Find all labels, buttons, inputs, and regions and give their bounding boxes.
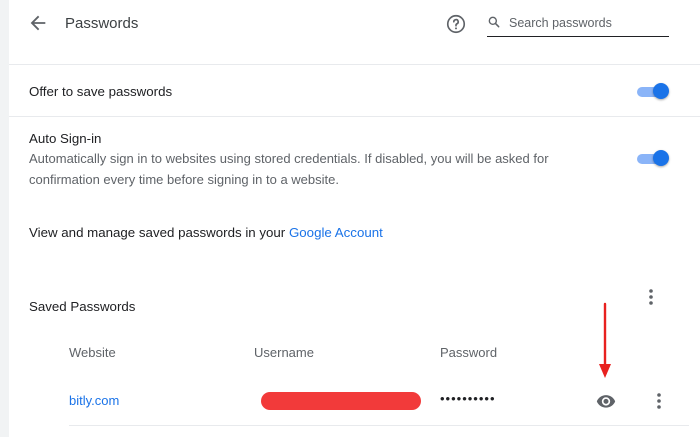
- manage-passwords-prefix: View and manage saved passwords in your: [29, 225, 289, 240]
- passwords-card: Passwords Offer to save passwords Auto S…: [9, 0, 700, 437]
- help-button[interactable]: [445, 13, 467, 35]
- auto-signin-label: Auto Sign-in: [29, 131, 102, 146]
- divider: [9, 64, 700, 65]
- page-title: Passwords: [65, 15, 139, 32]
- column-header-username: Username: [254, 345, 314, 360]
- show-password-button[interactable]: [595, 391, 617, 411]
- back-button[interactable]: [27, 12, 49, 34]
- auto-signin-toggle[interactable]: [637, 150, 669, 168]
- password-row: bitly.com ••••••••••: [69, 378, 689, 426]
- search-input[interactable]: [509, 12, 667, 34]
- auto-signin-description: Automatically sign in to websites using …: [29, 151, 549, 187]
- eye-icon: [596, 395, 616, 408]
- more-vert-icon: [657, 393, 661, 409]
- column-header-website: Website: [69, 345, 116, 360]
- annotation-arrow: [599, 302, 611, 378]
- toggle-knob: [653, 83, 669, 99]
- username-redaction: [261, 392, 421, 410]
- saved-passwords-heading: Saved Passwords: [29, 299, 136, 314]
- website-link[interactable]: bitly.com: [69, 393, 119, 408]
- divider: [9, 116, 700, 117]
- search-icon: [488, 16, 500, 28]
- row-more-actions-button[interactable]: [651, 391, 667, 411]
- saved-passwords-menu-button[interactable]: [643, 287, 659, 307]
- help-icon: [446, 14, 466, 34]
- header: Passwords: [9, 0, 700, 48]
- toggle-knob: [653, 150, 669, 166]
- column-header-password: Password: [440, 345, 498, 360]
- google-account-link[interactable]: Google Account: [289, 225, 383, 240]
- offer-to-save-toggle[interactable]: [637, 83, 669, 101]
- back-arrow-icon: [30, 15, 46, 31]
- password-mask: ••••••••••: [440, 391, 496, 406]
- manage-passwords-text: View and manage saved passwords in your …: [29, 225, 383, 240]
- offer-to-save-label: Offer to save passwords: [29, 84, 173, 99]
- search-box: [487, 12, 669, 37]
- more-vert-icon: [649, 289, 653, 305]
